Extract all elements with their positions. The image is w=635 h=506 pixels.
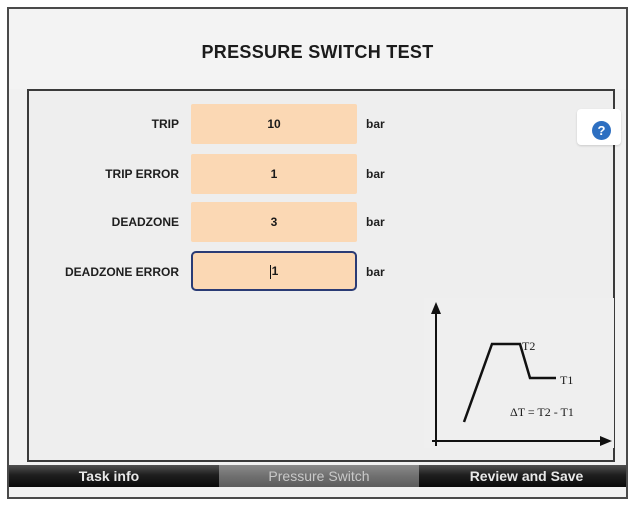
settings-panel: TRIP 10 bar TRIP ERROR 1 bar DEADZONE 3 … (27, 89, 621, 462)
help-button[interactable]: ? (577, 109, 621, 145)
diagram-background (424, 298, 614, 448)
deadzone-error-unit: bar (366, 265, 385, 279)
header: PRESSURE SWITCH TEST (9, 9, 626, 89)
tab-task-info[interactable]: Task info (9, 465, 209, 487)
tab-review-and-save[interactable]: Review and Save (427, 465, 626, 487)
trip-error-input[interactable]: 1 (191, 154, 357, 194)
text-caret (269, 264, 271, 279)
trip-input[interactable]: 10 (191, 104, 357, 144)
trip-label: TRIP (151, 117, 179, 131)
trip-error-label: TRIP ERROR (105, 167, 179, 181)
trip-error-unit: bar (366, 167, 385, 181)
trip-unit: bar (366, 117, 385, 131)
page-title: PRESSURE SWITCH TEST (201, 42, 434, 62)
deadzone-diagram-svg: T2 T1 ΔT = T2 - T1 (424, 298, 614, 448)
tab-pressure-switch[interactable]: Pressure Switch (219, 465, 419, 487)
deadzone-error-value: 1 (271, 264, 279, 278)
help-icon: ? (592, 121, 611, 140)
deadzone-input[interactable]: 3 (191, 202, 357, 242)
deadzone-error-label: DEADZONE ERROR (64, 265, 179, 279)
deadzone-diagram: T2 T1 ΔT = T2 - T1 (424, 298, 614, 448)
deadzone-error-input[interactable]: 1 (191, 251, 357, 291)
deadzone-unit: bar (366, 215, 385, 229)
deadzone-label: DEADZONE (111, 215, 179, 229)
delta-formula: ΔT = T2 - T1 (510, 405, 574, 419)
bottom-tab-bar: Task info Pressure Switch Review and Sav… (9, 465, 626, 487)
t1-label: T1 (560, 373, 573, 387)
app-window: PRESSURE SWITCH TEST TRIP 10 bar TRIP ER… (7, 7, 628, 499)
t2-label: T2 (522, 339, 535, 353)
